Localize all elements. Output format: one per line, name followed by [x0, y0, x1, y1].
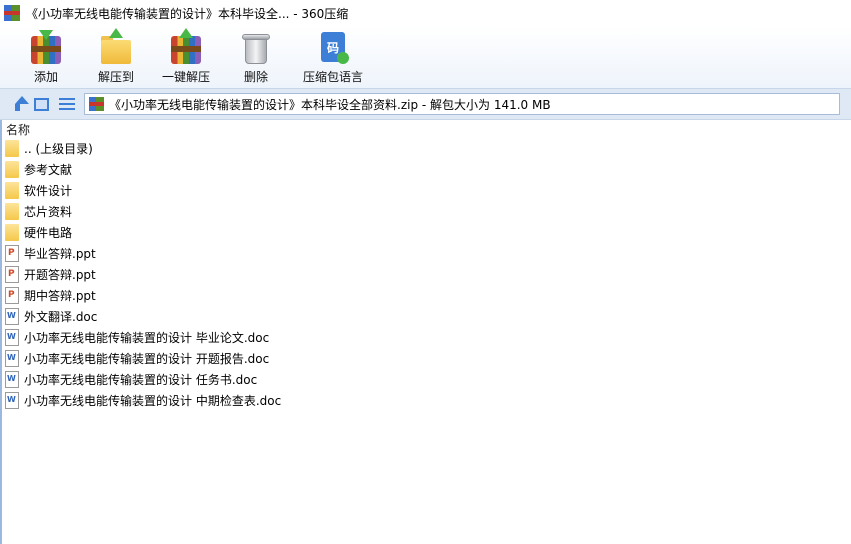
- one-click-extract-button-label: 一键解压: [161, 70, 210, 84]
- add-button[interactable]: 添加: [12, 26, 80, 88]
- file-row[interactable]: 软件设计: [2, 180, 851, 201]
- one-click-extract-icon: [168, 28, 204, 64]
- file-name: 小功率无线电能传输装置的设计 任务书.doc: [24, 373, 258, 387]
- folder-icon: [5, 224, 19, 241]
- file-name: 软件设计: [24, 184, 73, 198]
- file-rows: .. (上级目录) 参考文献软件设计芯片资料硬件电路毕业答辩.ppt 开题答辩.pp…: [2, 138, 851, 411]
- file-name: 参考文献: [24, 163, 73, 177]
- file-name: 开题答辩.ppt: [24, 268, 96, 282]
- add-button-label: 添加: [33, 70, 58, 84]
- archive-language-button-label: 压缩包语言: [302, 70, 363, 84]
- archive-language-button[interactable]: 码 压缩包语言: [292, 26, 374, 88]
- thumbnail-view-icon: [33, 97, 49, 111]
- file-name: 小功率无线电能传输装置的设计 开题报告.doc: [24, 352, 270, 366]
- doc-file-icon: [5, 392, 19, 409]
- ppt-file-icon: [5, 287, 19, 304]
- file-row[interactable]: 芯片资料: [2, 201, 851, 222]
- list-view-icon: [59, 97, 75, 111]
- delete-button[interactable]: 删除: [222, 26, 290, 88]
- file-name: 外文翻译.doc: [24, 310, 98, 324]
- file-row[interactable]: 参考文献: [2, 159, 851, 180]
- toolbar: 添加 解压到 一键解压 删除 码 压缩包语言: [0, 26, 851, 88]
- file-list: 名称 .. (上级目录) 参考文献软件设计芯片资料硬件电路毕业答辩.ppt 开题答辩…: [0, 120, 851, 544]
- file-name: 毕业答辩.ppt: [24, 247, 96, 261]
- file-row[interactable]: 开题答辩.ppt: [2, 264, 851, 285]
- doc-file-icon: [5, 329, 19, 346]
- file-row[interactable]: 硬件电路: [2, 222, 851, 243]
- file-name: 硬件电路: [24, 226, 73, 240]
- file-row[interactable]: 小功率无线电能传输装置的设计 毕业论文.doc: [2, 327, 851, 348]
- folder-icon: [5, 140, 19, 157]
- file-name: 小功率无线电能传输装置的设计 中期检查表.doc: [24, 394, 282, 408]
- trash-icon: [238, 30, 274, 64]
- file-row[interactable]: 小功率无线电能传输装置的设计 开题报告.doc: [2, 348, 851, 369]
- folder-icon: [5, 203, 19, 220]
- delete-button-label: 删除: [243, 70, 268, 84]
- file-row[interactable]: 期中答辩.ppt: [2, 285, 851, 306]
- doc-file-icon: [5, 308, 19, 325]
- archive-language-icon: 码: [315, 30, 351, 64]
- extract-to-icon: [98, 28, 134, 64]
- extract-to-button-label: 解压到: [97, 70, 134, 84]
- doc-file-icon: [5, 371, 19, 388]
- add-archive-icon: [28, 30, 64, 64]
- ppt-file-icon: [5, 266, 19, 283]
- address-bar: 《小功率无线电能传输装置的设计》本科毕设全部资料.zip - 解包大小为 141…: [0, 88, 851, 120]
- path-text: 《小功率无线电能传输装置的设计》本科毕设全部资料.zip - 解包大小为 141…: [109, 97, 551, 112]
- list-view-button[interactable]: [56, 93, 78, 115]
- column-header-name[interactable]: 名称: [2, 120, 851, 138]
- thumbnail-view-button[interactable]: [30, 93, 52, 115]
- file-name: .. (上级目录): [24, 142, 93, 156]
- extract-to-button[interactable]: 解压到: [82, 26, 150, 88]
- file-name: 芯片资料: [24, 205, 73, 219]
- ppt-file-icon: [5, 245, 19, 262]
- file-row[interactable]: 小功率无线电能传输装置的设计 中期检查表.doc: [2, 390, 851, 411]
- title-bar: 《小功率无线电能传输装置的设计》本科毕设全... - 360压缩: [0, 0, 851, 26]
- file-row[interactable]: 外文翻译.doc: [2, 306, 851, 327]
- up-level-button[interactable]: [4, 93, 29, 115]
- path-field[interactable]: 《小功率无线电能传输装置的设计》本科毕设全部资料.zip - 解包大小为 141…: [84, 93, 840, 115]
- file-row[interactable]: 毕业答辩.ppt: [2, 243, 851, 264]
- file-row[interactable]: .. (上级目录): [2, 138, 851, 159]
- window-title: 《小功率无线电能传输装置的设计》本科毕设全... - 360压缩: [26, 6, 349, 21]
- folder-icon: [5, 182, 19, 199]
- file-row[interactable]: 小功率无线电能传输装置的设计 任务书.doc: [2, 369, 851, 390]
- zip-archive-icon: [89, 97, 104, 111]
- app-icon: [4, 5, 20, 21]
- one-click-extract-button[interactable]: 一键解压: [152, 26, 220, 88]
- doc-file-icon: [5, 350, 19, 367]
- file-name: 期中答辩.ppt: [24, 289, 96, 303]
- file-name: 小功率无线电能传输装置的设计 毕业论文.doc: [24, 331, 270, 345]
- folder-icon: [5, 161, 19, 178]
